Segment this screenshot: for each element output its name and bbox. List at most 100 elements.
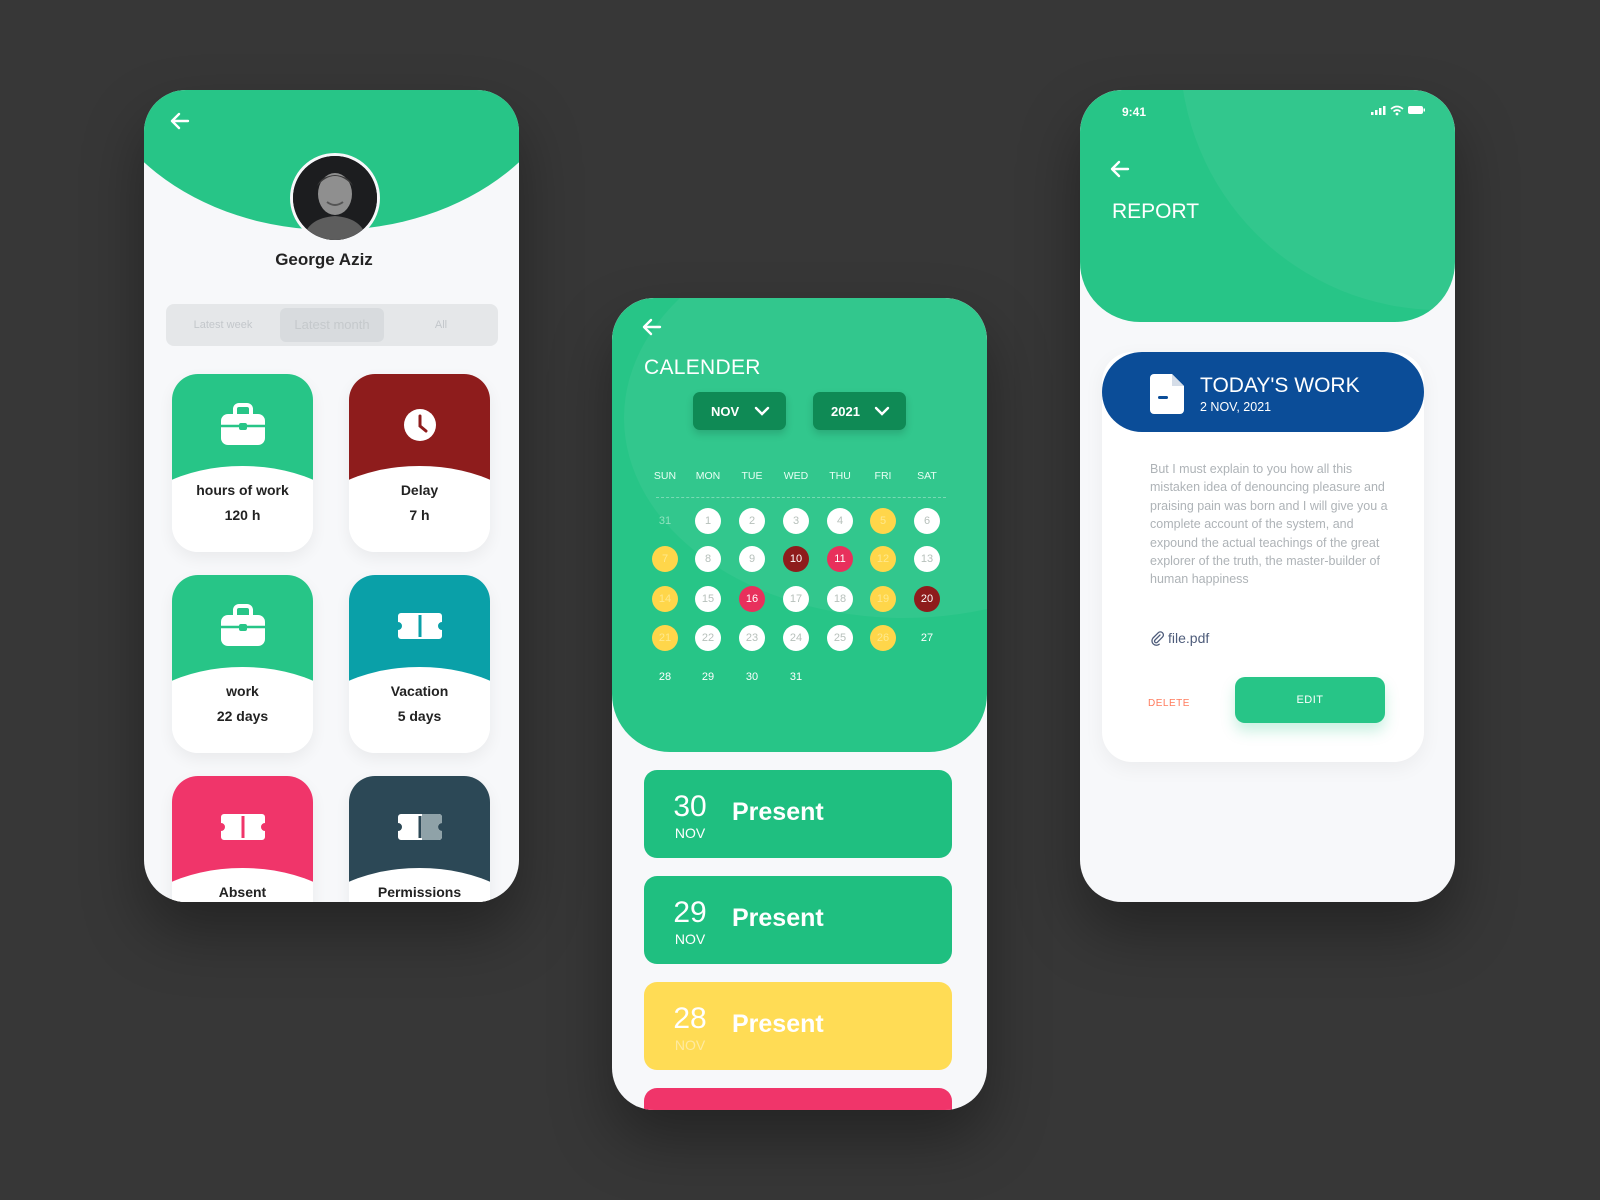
period-segmented-control: Latest week Latest month All xyxy=(166,304,498,346)
weekday-label: MON xyxy=(695,470,721,482)
attendance-day: 28 xyxy=(673,1002,707,1035)
tile-absent[interactable]: Absent xyxy=(172,776,313,902)
calendar-day[interactable]: 15 xyxy=(695,586,721,612)
tile-delay[interactable]: Delay 7 h xyxy=(349,374,490,552)
paperclip-icon xyxy=(1151,631,1164,646)
calendar-title: CALENDER xyxy=(644,356,761,379)
tile-label: Vacation xyxy=(390,683,449,699)
report-body: But I must explain to you how all this m… xyxy=(1150,462,1388,587)
weekday-label: SAT xyxy=(917,470,937,482)
tile-hours-of-work[interactable]: hours of work 120 h xyxy=(172,374,313,552)
calendar-day[interactable]: 12 xyxy=(870,546,896,572)
calendar-day[interactable]: 13 xyxy=(914,546,940,572)
year-value: 2021 xyxy=(831,403,860,419)
tile-vacation[interactable]: Vacation 5 days xyxy=(349,575,490,753)
calendar-day[interactable]: 10 xyxy=(783,546,809,572)
signal-icon xyxy=(1371,106,1386,115)
month-select[interactable]: NOV xyxy=(693,392,786,430)
attachment-link[interactable]: file.pdf xyxy=(1150,630,1209,646)
calendar-day[interactable]: 7 xyxy=(652,546,678,572)
status-time: 9:41 xyxy=(1122,105,1147,119)
calendar-day[interactable]: 25 xyxy=(827,625,853,651)
tile-work[interactable]: work 22 days xyxy=(172,575,313,753)
arrow-left-icon xyxy=(170,112,190,130)
ticket-icon xyxy=(218,804,268,850)
report-screen: 9:41 REPORT TODAY'S WORK 2 NOV, 2021 But… xyxy=(1080,90,1455,902)
back-button[interactable] xyxy=(170,112,190,130)
calendar-day[interactable]: 31 xyxy=(652,508,678,534)
calendar-day[interactable]: 28 xyxy=(652,664,678,690)
status-icons xyxy=(1371,104,1425,116)
calendar-day[interactable]: 26 xyxy=(870,625,896,651)
year-select[interactable]: 2021 xyxy=(813,392,906,430)
calendar-day[interactable]: 8 xyxy=(695,546,721,572)
calendar-day[interactable]: 27 xyxy=(914,625,940,651)
report-header: 9:41 REPORT xyxy=(1080,90,1455,322)
weekday-label: WED xyxy=(783,470,809,482)
document-icon xyxy=(1148,372,1186,416)
tile-value: 5 days xyxy=(397,708,442,724)
attendance-card[interactable]: 29 NOV Present xyxy=(644,876,952,964)
tile-value: 22 days xyxy=(216,708,269,724)
weekday-label: TUE xyxy=(741,470,763,482)
calendar-day[interactable]: 11 xyxy=(827,546,853,572)
calendar-day[interactable]: 20 xyxy=(914,586,940,612)
delete-button[interactable]: DELETE xyxy=(1148,698,1190,709)
segment-all[interactable]: All xyxy=(384,308,498,342)
calendar-day[interactable]: 4 xyxy=(827,508,853,534)
profile-screen: George Aziz Latest week Latest month All… xyxy=(144,90,519,902)
profile-name: George Aziz xyxy=(275,250,373,269)
calendar-screen: CALENDER NOV 2021 SUN MON TUE WED THU FRI SAT … xyxy=(612,298,987,1110)
attendance-month: NOV xyxy=(674,931,706,947)
calendar-day[interactable]: 21 xyxy=(652,625,678,651)
briefcase-icon xyxy=(218,603,268,649)
clock-icon xyxy=(395,402,445,448)
segment-latest-month[interactable]: Latest month xyxy=(280,308,384,342)
weekday-divider xyxy=(656,497,946,498)
calendar-day[interactable]: 24 xyxy=(783,625,809,651)
weekday-label: SUN xyxy=(653,470,677,482)
calendar-day[interactable]: 17 xyxy=(783,586,809,612)
calendar-day[interactable]: 3 xyxy=(783,508,809,534)
calendar-day[interactable]: 18 xyxy=(827,586,853,612)
edit-button[interactable]: EDIT xyxy=(1235,677,1385,723)
arrow-left-icon xyxy=(1110,160,1130,178)
tile-label: work xyxy=(226,683,259,699)
calendar-day[interactable]: 9 xyxy=(739,546,765,572)
calendar-day[interactable]: 19 xyxy=(870,586,896,612)
banner-date: 2 NOV, 2021 xyxy=(1200,400,1272,414)
calendar-header: CALENDER NOV 2021 SUN MON TUE WED THU FRI SAT … xyxy=(612,298,987,752)
tile-permissions[interactable]: Permissions xyxy=(349,776,490,902)
calendar-day[interactable]: 23 xyxy=(739,625,765,651)
battery-icon xyxy=(1408,106,1425,114)
ticket-icon xyxy=(395,804,445,850)
attendance-card[interactable]: 28 NOV Present xyxy=(644,982,952,1070)
back-button[interactable] xyxy=(1110,160,1130,178)
wifi-icon xyxy=(1390,105,1404,116)
attachment-name: file.pdf xyxy=(1168,630,1210,646)
attendance-day: 29 xyxy=(673,896,707,929)
calendar-day[interactable]: 1 xyxy=(695,508,721,534)
chevron-down-icon xyxy=(874,406,890,416)
attendance-card[interactable]: 30 NOV Present xyxy=(644,770,952,858)
calendar-day[interactable]: 22 xyxy=(695,625,721,651)
tile-value: 120 h xyxy=(224,507,261,523)
calendar-day[interactable]: 5 xyxy=(870,508,896,534)
banner-title: TODAY'S WORK xyxy=(1200,374,1360,397)
attendance-status: Present xyxy=(732,798,824,826)
calendar-day[interactable]: 30 xyxy=(739,664,765,690)
calendar-day[interactable]: 2 xyxy=(739,508,765,534)
calendar-day[interactable]: 6 xyxy=(914,508,940,534)
calendar-day[interactable]: 29 xyxy=(695,664,721,690)
calendar-day[interactable]: 31 xyxy=(783,664,809,690)
back-button[interactable] xyxy=(642,318,662,336)
chevron-down-icon xyxy=(754,406,770,416)
attendance-card[interactable] xyxy=(644,1088,952,1110)
tile-label: Absent xyxy=(218,884,267,900)
weekday-label: FRI xyxy=(874,470,892,482)
calendar-day[interactable]: 16 xyxy=(739,586,765,612)
arrow-left-icon xyxy=(642,318,662,336)
briefcase-icon xyxy=(218,402,268,448)
segment-latest-week[interactable]: Latest week xyxy=(166,308,280,342)
calendar-day[interactable]: 14 xyxy=(652,586,678,612)
